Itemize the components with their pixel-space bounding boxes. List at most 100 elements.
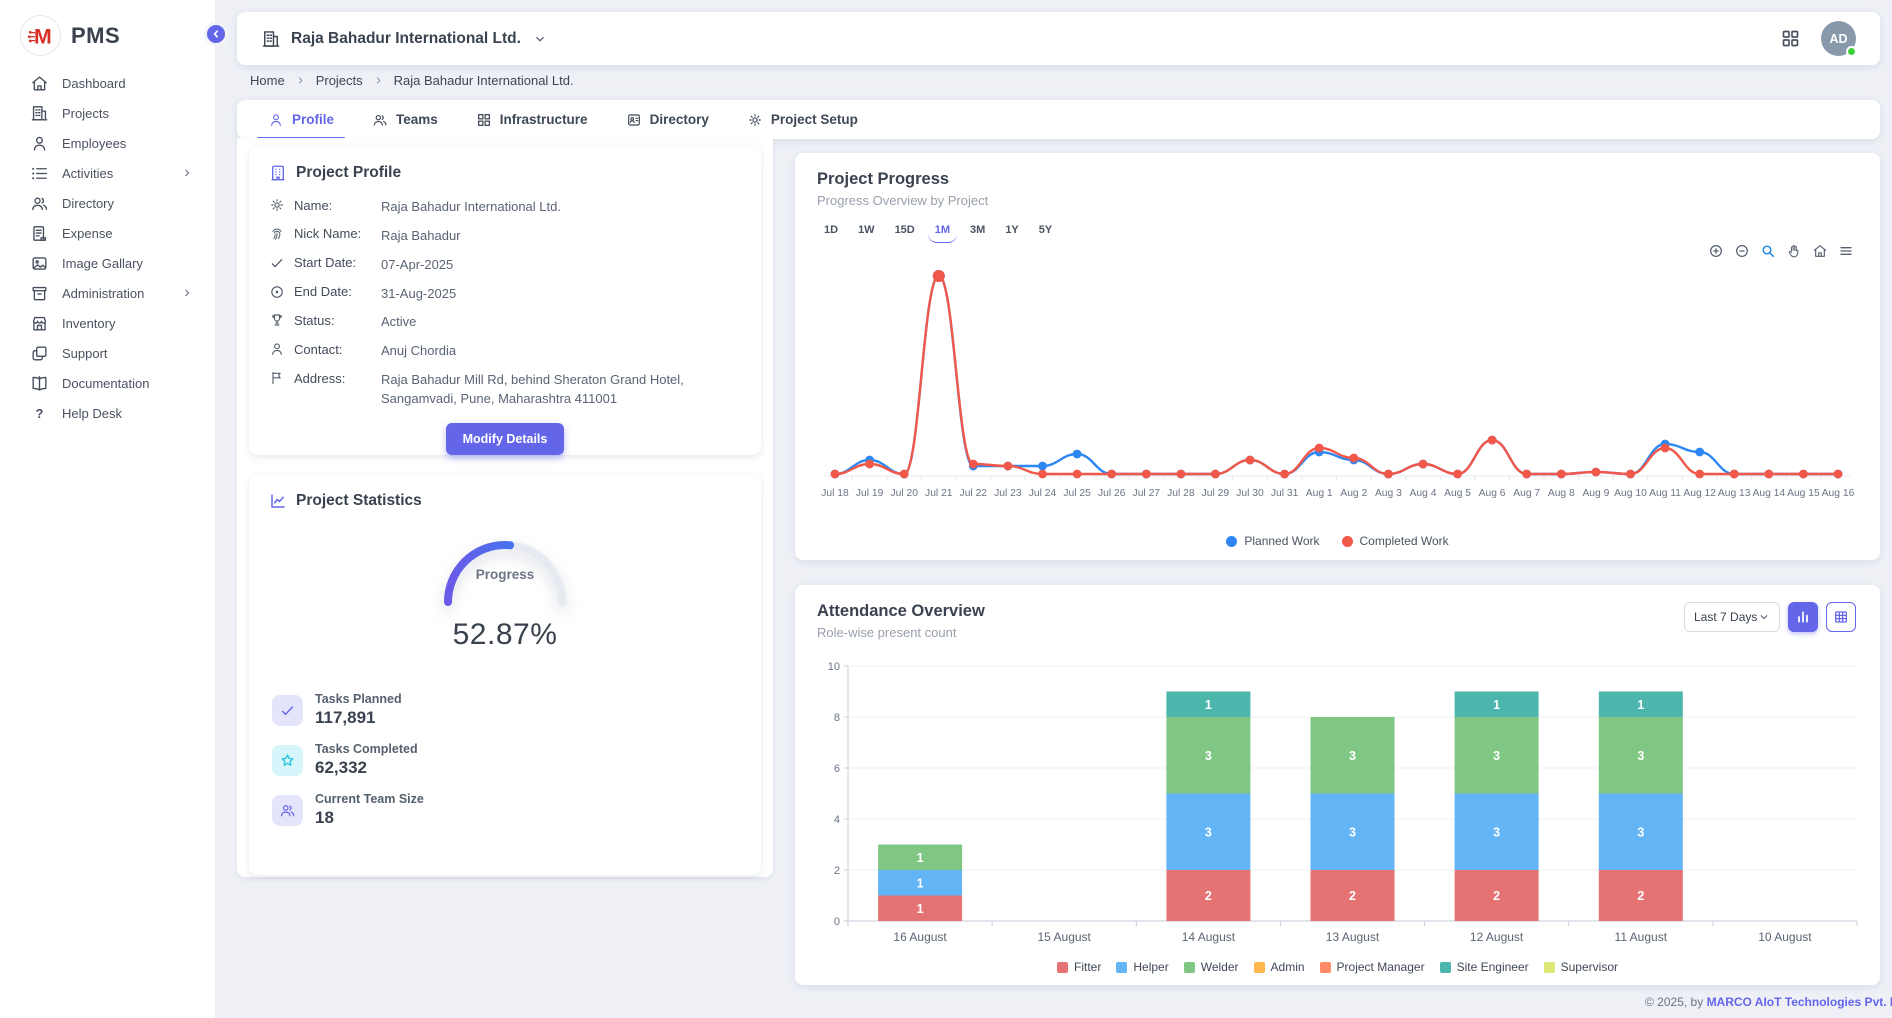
sidebar-item-projects[interactable]: Projects: [0, 98, 215, 128]
stat-label: Tasks Planned: [315, 692, 402, 706]
svg-text:2: 2: [1349, 889, 1356, 903]
tab-profile[interactable]: Profile: [249, 100, 353, 139]
attendance-chart[interactable]: 024681011116 August15 August233114 Augus…: [813, 658, 1862, 950]
svg-text:Aug 6: Aug 6: [1479, 488, 1506, 499]
svg-text:12 August: 12 August: [1470, 930, 1524, 944]
svg-text:Aug 14: Aug 14: [1752, 488, 1785, 499]
gauge-label: Progress: [429, 567, 581, 582]
archive-icon: [30, 284, 49, 303]
breadcrumb-item-home[interactable]: Home: [250, 73, 285, 88]
modify-details-button[interactable]: Modify Details: [446, 423, 565, 455]
tab-teams[interactable]: Teams: [353, 100, 457, 139]
range-15d[interactable]: 15D: [888, 221, 922, 243]
field-value: 07-Apr-2025: [381, 255, 741, 275]
svg-text:8: 8: [834, 712, 840, 724]
sidebar-item-image-gallary[interactable]: Image Gallary: [0, 248, 215, 278]
svg-text:Aug 16: Aug 16: [1822, 488, 1855, 499]
legend-admin[interactable]: Admin: [1254, 960, 1305, 974]
check-icon: [269, 255, 285, 271]
receipt-icon: [30, 224, 49, 243]
svg-text:2: 2: [1493, 889, 1500, 903]
tab-project-setup[interactable]: Project Setup: [728, 100, 877, 139]
footer-company-link[interactable]: MARCO AIoT Technologies Pvt. Ltd.: [1707, 995, 1892, 1009]
building-icon: [30, 104, 49, 123]
project-progress-card: Project Progress Progress Overview by Pr…: [795, 153, 1880, 560]
svg-text:Aug 8: Aug 8: [1548, 488, 1575, 499]
table-view-button[interactable]: [1826, 602, 1856, 632]
stat-tasks-completed: Tasks Completed62,332: [272, 742, 741, 778]
svg-text:Jul 20: Jul 20: [890, 488, 918, 499]
layers-icon: [30, 344, 49, 363]
top-header: Raja Bahadur International Ltd. AD: [237, 12, 1880, 65]
stat-list: Tasks Planned117,891 Tasks Completed62,33…: [269, 692, 741, 828]
profile-field-nick-name: Nick Name:Raja Bahadur: [269, 226, 741, 246]
attendance-overview-card: Attendance Overview Role-wise present co…: [795, 585, 1880, 985]
sidebar-item-expense[interactable]: Expense: [0, 218, 215, 248]
list-icon: [30, 164, 49, 183]
svg-text:Jul 21: Jul 21: [925, 488, 953, 499]
image-icon: [30, 254, 49, 273]
range-1d[interactable]: 1D: [817, 221, 845, 243]
breadcrumb-item-projects[interactable]: Projects: [316, 73, 363, 88]
svg-text:Jul 29: Jul 29: [1202, 488, 1230, 499]
svg-text:1: 1: [917, 902, 924, 916]
sidebar-item-administration[interactable]: Administration: [0, 278, 215, 308]
svg-text:Aug 11: Aug 11: [1649, 488, 1681, 499]
bar-view-button[interactable]: [1788, 602, 1818, 632]
range-1y[interactable]: 1Y: [998, 221, 1025, 243]
range-1m[interactable]: 1M: [928, 221, 957, 243]
sidebar-item-help-desk[interactable]: ?Help Desk: [0, 398, 215, 428]
apps-grid-icon[interactable]: [1780, 28, 1801, 49]
sidebar-item-support[interactable]: Support: [0, 338, 215, 368]
legend-planned-work[interactable]: Planned Work: [1226, 534, 1319, 548]
sidebar-item-inventory[interactable]: Inventory: [0, 308, 215, 338]
svg-text:1: 1: [1205, 698, 1212, 712]
tab-label: Infrastructure: [500, 112, 588, 127]
company-selector[interactable]: Raja Bahadur International Ltd.: [261, 29, 547, 49]
legend-label: Admin: [1271, 960, 1305, 974]
sidebar-item-directory[interactable]: Directory: [0, 188, 215, 218]
legend-swatch: [1440, 962, 1451, 973]
svg-text:3: 3: [1349, 749, 1356, 763]
main-content: Raja Bahadur International Ltd. AD Home P…: [216, 0, 1892, 1018]
user-icon: [30, 134, 49, 153]
legend-supervisor[interactable]: Supervisor: [1544, 960, 1618, 974]
stat-value: 18: [315, 808, 424, 828]
legend-label: Project Manager: [1337, 960, 1425, 974]
legend-helper[interactable]: Helper: [1116, 960, 1168, 974]
app-logo[interactable]: M PMS: [0, 0, 215, 58]
sidebar-item-activities[interactable]: Activities: [0, 158, 215, 188]
legend-swatch: [1320, 962, 1331, 973]
range-1w[interactable]: 1W: [851, 221, 882, 243]
svg-text:1: 1: [917, 851, 924, 865]
user-avatar[interactable]: AD: [1821, 21, 1856, 56]
legend-site-engineer[interactable]: Site Engineer: [1440, 960, 1529, 974]
range-3m[interactable]: 3M: [963, 221, 992, 243]
project-progress-chart[interactable]: Jul 18Jul 19Jul 20Jul 21Jul 22Jul 23Jul …: [813, 256, 1860, 503]
svg-text:3: 3: [1493, 749, 1500, 763]
sidebar-item-dashboard[interactable]: Dashboard: [0, 68, 215, 98]
gear-icon: [747, 112, 763, 128]
footer: © 2025, by MARCO AIoT Technologies Pvt. …: [1645, 995, 1892, 1009]
tabs-bar: ProfileTeams Infrastructure DirectoryProje…: [237, 100, 1880, 139]
tab-infrastructure[interactable]: Infrastructure: [457, 100, 607, 139]
stat-icon-box: [272, 795, 303, 826]
legend-fitter[interactable]: Fitter: [1057, 960, 1101, 974]
legend-swatch: [1116, 962, 1127, 973]
legend-welder[interactable]: Welder: [1184, 960, 1239, 974]
bar-chart-legend: Fitter Helper Welder Admin Project Manager Si…: [795, 960, 1880, 974]
stat-tasks-planned: Tasks Planned117,891: [272, 692, 741, 728]
sidebar-item-employees[interactable]: Employees: [0, 128, 215, 158]
sidebar-item-label: Help Desk: [62, 406, 122, 421]
legend-project-manager[interactable]: Project Manager: [1320, 960, 1425, 974]
range-5y[interactable]: 5Y: [1032, 221, 1059, 243]
sidebar-collapse-button[interactable]: [204, 22, 228, 46]
field-value: Raja Bahadur International Ltd.: [381, 197, 741, 217]
svg-text:Aug 9: Aug 9: [1582, 488, 1609, 499]
stat-value: 62,332: [315, 758, 418, 778]
sidebar-item-documentation[interactable]: Documentation: [0, 368, 215, 398]
svg-text:3: 3: [1205, 825, 1212, 839]
legend-completed-work[interactable]: Completed Work: [1342, 534, 1449, 548]
tab-directory[interactable]: Directory: [607, 100, 728, 139]
period-select[interactable]: Last 7 Days: [1684, 602, 1780, 632]
